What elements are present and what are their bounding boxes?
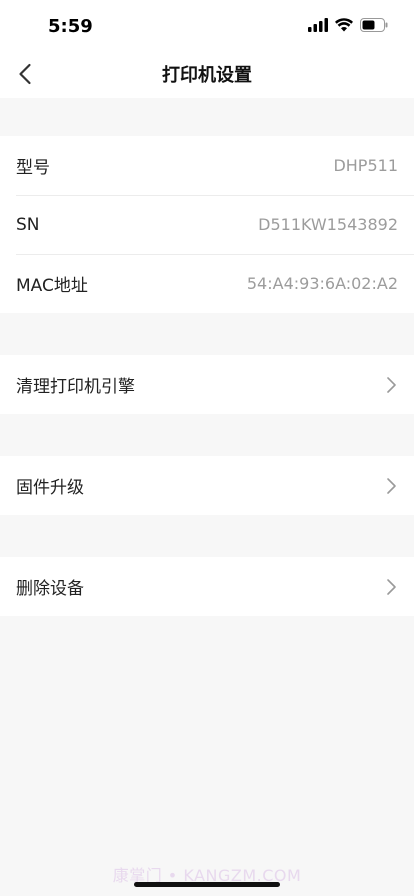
home-indicator[interactable]	[134, 882, 280, 887]
sn-label: SN	[16, 214, 40, 235]
status-bar: 5:59	[0, 0, 414, 50]
status-icons	[308, 18, 388, 32]
section-spacer	[0, 414, 414, 456]
clean-engine-group: 清理打印机引擎	[0, 355, 414, 414]
cellular-signal-icon	[308, 18, 328, 32]
delete-device-row[interactable]: 删除设备	[0, 557, 414, 616]
mac-label: MAC地址	[16, 276, 88, 296]
section-spacer	[0, 98, 414, 136]
clean-engine-label: 清理打印机引擎	[16, 377, 135, 397]
mac-row: MAC地址 54:A4:93:6A:02:A2	[0, 254, 414, 313]
section-spacer	[0, 515, 414, 557]
model-label: 型号	[16, 158, 50, 178]
mac-value: 54:A4:93:6A:02:A2	[246, 274, 398, 293]
page-title: 打印机设置	[162, 65, 252, 86]
chevron-right-icon	[387, 376, 396, 393]
model-row: 型号 DHP511	[0, 136, 414, 195]
firmware-upgrade-label: 固件升级	[16, 478, 84, 498]
delete-device-group: 删除设备	[0, 557, 414, 616]
delete-device-label: 删除设备	[16, 579, 84, 599]
section-spacer	[0, 313, 414, 355]
firmware-upgrade-row[interactable]: 固件升级	[0, 456, 414, 515]
wifi-icon	[335, 18, 353, 32]
firmware-group: 固件升级	[0, 456, 414, 515]
chevron-right-icon	[387, 477, 396, 494]
chevron-right-icon	[387, 578, 396, 595]
sn-value: D511KW1543892	[258, 215, 398, 234]
battery-icon	[360, 18, 388, 32]
back-arrow-icon[interactable]	[14, 62, 38, 86]
nav-bar: 打印机设置	[0, 50, 414, 98]
device-info-group: 型号 DHP511 SN D511KW1543892 MAC地址 54:A4:9…	[0, 136, 414, 313]
clean-engine-row[interactable]: 清理打印机引擎	[0, 355, 414, 414]
status-time: 5:59	[48, 16, 93, 37]
model-value: DHP511	[333, 156, 398, 175]
sn-row: SN D511KW1543892	[0, 195, 414, 254]
